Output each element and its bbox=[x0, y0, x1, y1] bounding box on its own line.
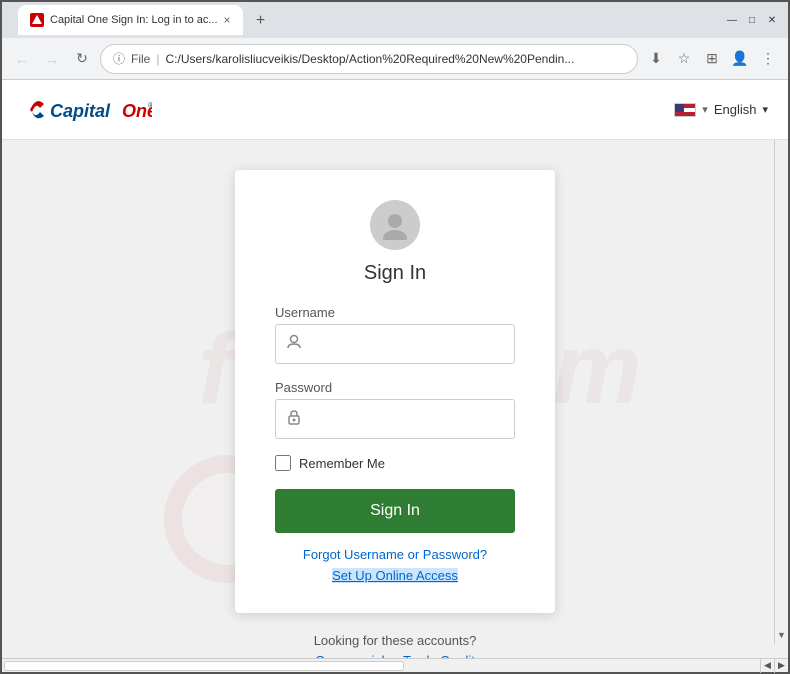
tabs-area: Capital One Sign In: Log in to ac... × + bbox=[10, 5, 720, 35]
page-content: fiscdom Capital One ® ▾ Engl bbox=[2, 80, 788, 658]
logo: Capital One ® bbox=[22, 90, 152, 130]
horizontal-scrollbar[interactable]: ◀ ▶ bbox=[2, 658, 788, 672]
logo-svg: Capital One ® bbox=[22, 90, 152, 130]
username-group: Username bbox=[275, 305, 515, 364]
avatar-icon bbox=[370, 200, 420, 250]
active-tab[interactable]: Capital One Sign In: Log in to ac... × bbox=[18, 5, 243, 35]
back-button[interactable]: ← bbox=[10, 47, 34, 71]
close-button[interactable]: ✕ bbox=[764, 12, 780, 28]
password-input[interactable] bbox=[310, 411, 504, 427]
remember-me-group: Remember Me bbox=[275, 455, 515, 471]
password-label: Password bbox=[275, 380, 515, 395]
forgot-link[interactable]: Forgot Username or Password? bbox=[303, 547, 487, 562]
window-controls: — □ ✕ bbox=[724, 12, 780, 28]
username-input[interactable] bbox=[310, 336, 504, 352]
login-section: Sign In Username bbox=[2, 140, 788, 658]
language-chevron: ▾ bbox=[702, 103, 708, 116]
address-input[interactable]: ⓘ File | C:/Users/karolisliucveikis/Desk… bbox=[100, 44, 638, 74]
username-label: Username bbox=[275, 305, 515, 320]
remember-me-checkbox[interactable] bbox=[275, 455, 291, 471]
title-bar: Capital One Sign In: Log in to ac... × +… bbox=[2, 2, 788, 38]
login-card: Sign In Username bbox=[235, 170, 555, 613]
scroll-left-button[interactable]: ◀ bbox=[760, 659, 774, 673]
password-input-wrap[interactable] bbox=[275, 399, 515, 439]
address-url: C:/Users/karolisliucveikis/Desktop/Actio… bbox=[165, 52, 574, 66]
signin-button[interactable]: Sign In bbox=[275, 489, 515, 533]
site-header: Capital One ® ▾ English ▾ bbox=[2, 80, 788, 140]
username-input-wrap[interactable] bbox=[275, 324, 515, 364]
language-arrow: ▾ bbox=[762, 103, 768, 116]
maximize-button[interactable]: □ bbox=[744, 12, 760, 28]
address-scheme: File bbox=[131, 52, 150, 66]
looking-text: Looking for these accounts? bbox=[314, 633, 477, 648]
svg-text:Capital: Capital bbox=[50, 101, 111, 121]
remember-me-label: Remember Me bbox=[299, 456, 385, 471]
new-tab-button[interactable]: + bbox=[247, 7, 275, 35]
header-right: ▾ English ▾ bbox=[674, 102, 768, 117]
menu-icon[interactable]: ⋮ bbox=[756, 47, 780, 71]
setup-link[interactable]: Set Up Online Access bbox=[332, 568, 458, 583]
minimize-button[interactable]: — bbox=[724, 12, 740, 28]
below-card: Looking for these accounts? Commercial o… bbox=[314, 633, 477, 658]
toolbar-icons: ⬇ ☆ ⊞ 👤 ⋮ bbox=[644, 47, 780, 71]
scroll-right-button[interactable]: ▶ bbox=[774, 659, 788, 673]
browser-frame: Capital One Sign In: Log in to ac... × +… bbox=[0, 0, 790, 674]
bookmark-icon[interactable]: ☆ bbox=[672, 47, 696, 71]
profile-icon[interactable]: 👤 bbox=[728, 47, 752, 71]
password-group: Password bbox=[275, 380, 515, 439]
download-icon[interactable]: ⬇ bbox=[644, 47, 668, 71]
refresh-button[interactable]: ↻ bbox=[70, 47, 94, 71]
forward-button[interactable]: → bbox=[40, 47, 64, 71]
tab-title: Capital One Sign In: Log in to ac... bbox=[50, 14, 218, 26]
h-scrollbar-thumb[interactable] bbox=[4, 661, 404, 671]
tab-close-button[interactable]: × bbox=[224, 13, 231, 27]
commercial-link[interactable]: Commercial or Trade Credit bbox=[315, 653, 475, 658]
extensions-icon[interactable]: ⊞ bbox=[700, 47, 724, 71]
tab-favicon bbox=[30, 13, 44, 27]
lock-icon bbox=[286, 409, 302, 430]
svg-text:®: ® bbox=[148, 101, 152, 110]
user-icon bbox=[286, 334, 302, 355]
flag-icon bbox=[674, 103, 696, 117]
language-label[interactable]: English bbox=[714, 102, 757, 117]
signin-title: Sign In bbox=[364, 262, 426, 285]
address-bar: ← → ↻ ⓘ File | C:/Users/karolisliucveiki… bbox=[2, 38, 788, 80]
